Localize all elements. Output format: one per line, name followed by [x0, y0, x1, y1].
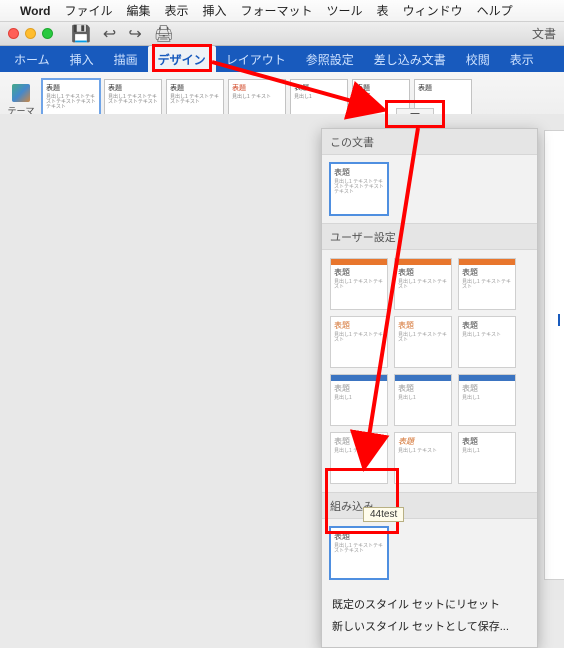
tab-insert[interactable]: 挿入	[60, 46, 104, 72]
styleset-item[interactable]: 表題見出し1	[458, 374, 516, 426]
styleset-item[interactable]: 表題見出し1 テキスト	[458, 316, 516, 368]
styleset-item[interactable]: 表題見出し1	[394, 374, 452, 426]
ribbon-tabs: ホーム 挿入 描画 デザイン レイアウト 参照設定 差し込み文書 校閲 表示	[0, 46, 564, 72]
thumb-title: 表題	[232, 83, 282, 93]
thumb-title: 表題	[108, 83, 158, 93]
traffic-lights	[8, 28, 53, 39]
thumb-body: 見出し1 テキストテキストテキストテキストテキスト	[46, 95, 96, 110]
thumb-title: 表題	[46, 83, 96, 93]
user-styleset-grid: 表題見出し1 テキストテキスト 表題見出し1 テキストテキスト 表題見出し1 テ…	[322, 250, 537, 492]
thumb-title: 表題	[170, 83, 220, 93]
thumb-title: 表題	[294, 83, 344, 93]
section-builtin: 組み込み	[322, 492, 537, 519]
tab-mailings[interactable]: 差し込み文書	[364, 46, 456, 72]
close-window-button[interactable]	[8, 28, 19, 39]
styleset-item[interactable]: 表題見出し1 テキストテキスト	[330, 316, 388, 368]
styleset-item[interactable]: 表題見出し1	[458, 432, 516, 484]
thumb-body: 見出し1 テキストテキストテキストテキストテキスト	[334, 180, 384, 195]
styleset-item[interactable]: 表題 見出し1 テキストテキストテキストテキストテキスト	[330, 163, 388, 215]
thumb-title: 表題	[334, 531, 384, 542]
thumb-body: 見出し1 テキストテキストテキスト	[170, 95, 220, 105]
style-set-dropdown: この文書 表題 見出し1 テキストテキストテキストテキストテキスト ユーザー設定…	[321, 128, 538, 648]
styleset-item[interactable]: 表題見出し1	[330, 374, 388, 426]
save-styleset-action[interactable]: 新しいスタイル セットとして保存...	[332, 615, 527, 637]
tab-review[interactable]: 校閲	[456, 46, 500, 72]
styleset-item[interactable]: 表題見出し1 テキストテキスト	[394, 258, 452, 310]
tab-draw[interactable]: 描画	[104, 46, 148, 72]
save-icon[interactable]: 💾	[71, 24, 91, 44]
menu-window[interactable]: ウィンドウ	[403, 2, 463, 19]
thumb-title: 表題	[418, 83, 468, 93]
thumb-body: 見出し1	[294, 95, 344, 100]
section-this-document: この文書	[322, 129, 537, 155]
document-page[interactable]	[544, 130, 564, 580]
tab-design[interactable]: デザイン	[148, 46, 216, 72]
thumb-body: 見出し1 テキストテキストテキストテキスト	[108, 95, 158, 105]
themes-icon	[12, 84, 30, 102]
styleset-item[interactable]: 表題見出し1 テキストテキスト	[330, 258, 388, 310]
tab-view[interactable]: 表示	[500, 46, 544, 72]
window-titlebar: 💾 ↩︎ ↪︎ 🖨 文書	[0, 22, 564, 46]
themes-button[interactable]: テーマ	[6, 84, 36, 117]
section-user-defined: ユーザー設定	[322, 223, 537, 250]
mac-menubar: Word ファイル 編集 表示 挿入 フォーマット ツール 表 ウィンドウ ヘル…	[0, 0, 564, 22]
styleset-tooltip: 44test	[363, 507, 404, 522]
text-cursor	[558, 314, 560, 326]
styleset-item[interactable]: 表題見出し1 テキスト	[394, 432, 452, 484]
menu-tools[interactable]: ツール	[327, 2, 363, 19]
menu-table[interactable]: 表	[377, 2, 389, 19]
menu-insert[interactable]: 挿入	[203, 2, 227, 19]
styleset-item[interactable]: 表題見出し1 テキストテキスト	[458, 258, 516, 310]
tab-references[interactable]: 参照設定	[296, 46, 364, 72]
menu-format[interactable]: フォーマット	[241, 2, 313, 19]
styleset-item[interactable]: 表題見出し1 テキスト	[330, 432, 388, 484]
zoom-window-button[interactable]	[42, 28, 53, 39]
redo-icon[interactable]: ↪︎	[128, 24, 141, 44]
thumb-title: 表題	[356, 83, 370, 94]
menu-edit[interactable]: 編集	[126, 2, 150, 19]
tab-home[interactable]: ホーム	[4, 46, 60, 72]
thumb-title: 表題	[334, 167, 384, 178]
tab-layout[interactable]: レイアウト	[216, 46, 296, 72]
menu-help[interactable]: ヘルプ	[477, 2, 513, 19]
styleset-item[interactable]: 表題見出し1 テキストテキスト	[394, 316, 452, 368]
menu-file[interactable]: ファイル	[64, 2, 112, 19]
undo-icon[interactable]: ↩︎	[103, 24, 116, 44]
thumb-body: 見出し1 テキスト	[232, 95, 282, 100]
minimize-window-button[interactable]	[25, 28, 36, 39]
panel-footer: 既定のスタイル セットにリセット 新しいスタイル セットとして保存...	[322, 587, 537, 647]
styleset-item-builtin[interactable]: 表題 見出し1 テキストテキストテキスト	[330, 527, 388, 579]
thumb-body: 見出し1 テキストテキストテキスト	[334, 544, 384, 554]
document-title: 文書	[532, 25, 556, 42]
quick-access-toolbar: 💾 ↩︎ ↪︎ 🖨	[71, 24, 174, 44]
reset-styleset-action[interactable]: 既定のスタイル セットにリセット	[332, 593, 527, 615]
menu-view[interactable]: 表示	[164, 2, 188, 19]
print-icon[interactable]: 🖨	[154, 24, 174, 44]
app-name: Word	[20, 4, 50, 18]
